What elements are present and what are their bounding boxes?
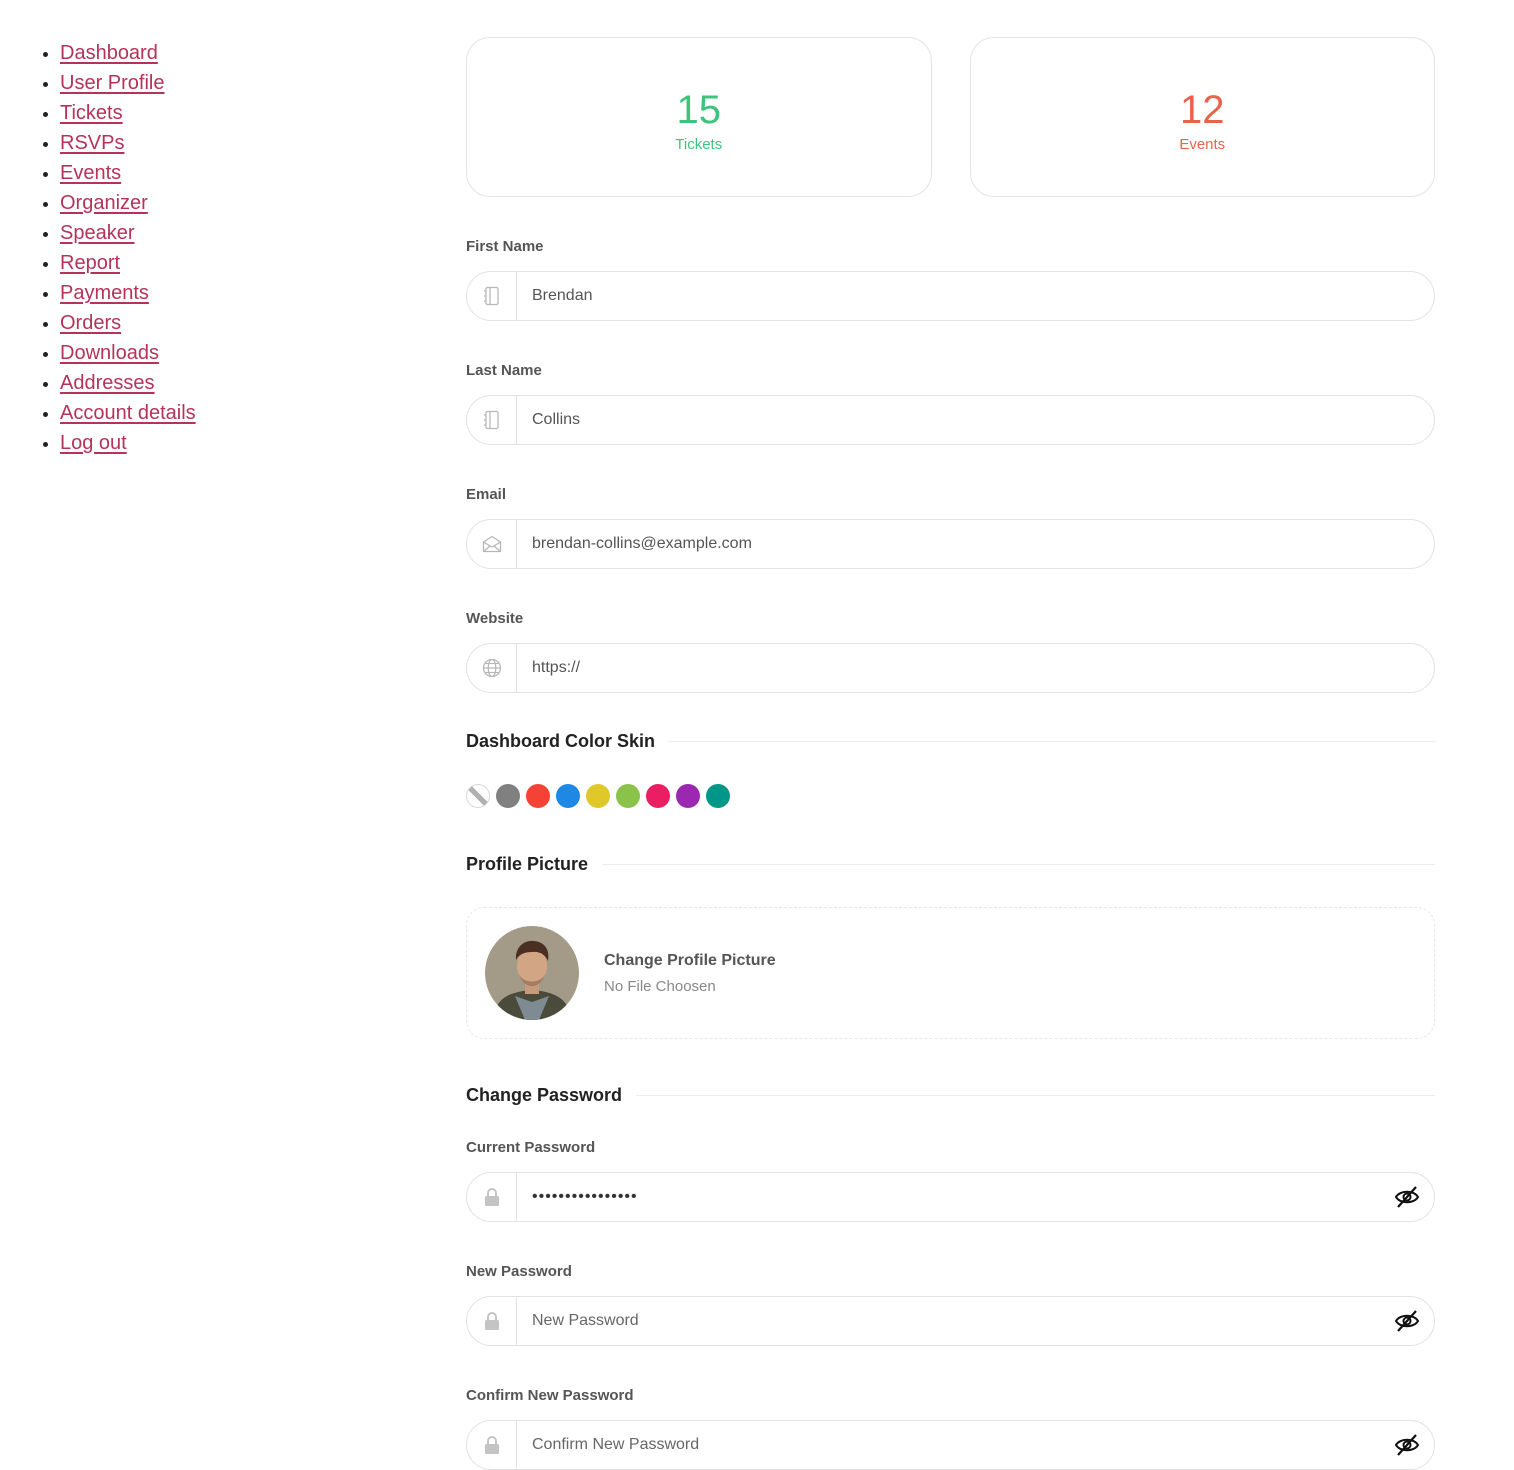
nav-link-downloads[interactable]: Downloads (60, 342, 159, 364)
first-name-field: First Name Brendan (466, 237, 1435, 321)
last-name-field: Last Name Collins (466, 361, 1435, 445)
swatch-blue[interactable] (556, 784, 580, 808)
website-label: Website (466, 610, 524, 627)
current-password-input[interactable]: •••••••••••••••• (466, 1172, 1435, 1222)
change-password-heading: Change Password (466, 1085, 1435, 1106)
confirm-password-field: Confirm New Password Confirm New Passwor… (466, 1386, 1435, 1470)
new-password-label: New Password (466, 1263, 572, 1280)
nav-item-downloads: Downloads (60, 338, 196, 368)
nav-link-addresses[interactable]: Addresses (60, 372, 155, 394)
swatch-red[interactable] (526, 784, 550, 808)
events-stat-label: Events (1179, 135, 1226, 153)
nav-link-dashboard[interactable]: Dashboard (60, 42, 158, 64)
new-password-input[interactable]: New Password (466, 1296, 1435, 1346)
email-value[interactable]: brendan-collins@example.com (517, 535, 1434, 553)
swatch-pink[interactable] (646, 784, 670, 808)
notebook-icon (467, 272, 517, 320)
nav-link-account-details[interactable]: Account details (60, 402, 196, 424)
swatch-yellow[interactable] (586, 784, 610, 808)
tickets-stat-card: 15 Tickets (466, 37, 932, 197)
change-password-title: Change Password (466, 1085, 623, 1105)
profile-picture-box: Change Profile Picture No File Choosen (466, 907, 1435, 1039)
notebook-icon (467, 396, 517, 444)
avatar (485, 926, 579, 1020)
last-name-value[interactable]: Collins (517, 411, 1434, 429)
nav-link-payments[interactable]: Payments (60, 282, 149, 304)
email-field: Email brendan-collins@example.com (466, 485, 1435, 569)
lock-icon (467, 1421, 517, 1469)
nav-item-report: Report (60, 248, 196, 278)
eye-slash-icon[interactable] (1394, 1433, 1420, 1457)
website-field: Website https:// (466, 609, 1435, 693)
last-name-label: Last Name (466, 362, 542, 379)
color-skin-heading: Dashboard Color Skin (466, 731, 1435, 752)
first-name-value[interactable]: Brendan (517, 287, 1434, 305)
website-input[interactable]: https:// (466, 643, 1435, 693)
nav-item-tickets: Tickets (60, 98, 196, 128)
stats-row: 15 Tickets 12 Events (466, 37, 1435, 197)
nav-item-account-details: Account details (60, 398, 196, 428)
confirm-password-label: Confirm New Password (466, 1387, 634, 1404)
swatch-green[interactable] (616, 784, 640, 808)
lock-icon (467, 1173, 517, 1221)
events-count: 12 (1180, 87, 1225, 132)
eye-slash-icon[interactable] (1394, 1309, 1420, 1333)
swatch-purple[interactable] (676, 784, 700, 808)
nav-link-speaker[interactable]: Speaker (60, 222, 135, 244)
color-skin-title: Dashboard Color Skin (466, 731, 656, 751)
profile-picture-title: Profile Picture (466, 854, 589, 874)
eye-slash-icon[interactable] (1394, 1185, 1420, 1209)
events-stat-card: 12 Events (969, 37, 1435, 197)
profile-picture-heading: Profile Picture (466, 854, 1435, 875)
tickets-count: 15 (676, 87, 722, 132)
nav-link-tickets[interactable]: Tickets (60, 102, 123, 124)
nav-item-log-out: Log out (60, 428, 196, 458)
nav-item-addresses: Addresses (60, 368, 196, 398)
current-password-value[interactable]: •••••••••••••••• (517, 1188, 1434, 1206)
new-password-field: New Password New Password (466, 1262, 1435, 1346)
profile-picture-text: Change Profile Picture No File Choosen (604, 952, 776, 995)
lock-icon (467, 1297, 517, 1345)
nav-link-user-profile[interactable]: User Profile (60, 72, 164, 94)
nav-link-orders[interactable]: Orders (60, 312, 121, 334)
profile-main: 15 Tickets 12 Events First Name Brendan … (466, 37, 1435, 1470)
section-divider (669, 741, 1435, 742)
nav-link-log-out[interactable]: Log out (60, 432, 127, 454)
first-name-input[interactable]: Brendan (466, 271, 1435, 321)
color-skin-swatches (466, 784, 1435, 808)
current-password-field: Current Password •••••••••••••••• (466, 1138, 1435, 1222)
nav-link-events[interactable]: Events (60, 162, 121, 184)
change-profile-picture-button[interactable]: Change Profile Picture (604, 952, 776, 970)
nav-item-rsvps: RSVPs (60, 128, 196, 158)
swatch-teal[interactable] (706, 784, 730, 808)
section-divider (602, 864, 1435, 865)
nav-item-payments: Payments (60, 278, 196, 308)
nav-link-organizer[interactable]: Organizer (60, 192, 148, 214)
current-password-label: Current Password (466, 1139, 596, 1156)
account-nav: Dashboard User Profile Tickets RSVPs Eve… (20, 38, 196, 458)
nav-item-dashboard: Dashboard (60, 38, 196, 68)
file-status: No File Choosen (604, 977, 716, 995)
swatch-none[interactable] (466, 784, 490, 808)
new-password-placeholder[interactable]: New Password (517, 1312, 1434, 1330)
nav-item-events: Events (60, 158, 196, 188)
first-name-label: First Name (466, 238, 544, 255)
envelope-icon (467, 520, 517, 568)
nav-item-organizer: Organizer (60, 188, 196, 218)
globe-icon (467, 644, 517, 692)
section-divider (636, 1095, 1435, 1096)
last-name-input[interactable]: Collins (466, 395, 1435, 445)
nav-link-report[interactable]: Report (60, 252, 120, 274)
confirm-password-placeholder[interactable]: Confirm New Password (517, 1436, 1434, 1454)
swatch-gray[interactable] (496, 784, 520, 808)
nav-item-speaker: Speaker (60, 218, 196, 248)
confirm-password-input[interactable]: Confirm New Password (466, 1420, 1435, 1470)
email-input[interactable]: brendan-collins@example.com (466, 519, 1435, 569)
nav-link-rsvps[interactable]: RSVPs (60, 132, 124, 154)
email-label: Email (466, 486, 507, 503)
nav-item-user-profile: User Profile (60, 68, 196, 98)
tickets-stat-label: Tickets (675, 135, 723, 153)
nav-item-orders: Orders (60, 308, 196, 338)
website-value[interactable]: https:// (517, 659, 1434, 677)
